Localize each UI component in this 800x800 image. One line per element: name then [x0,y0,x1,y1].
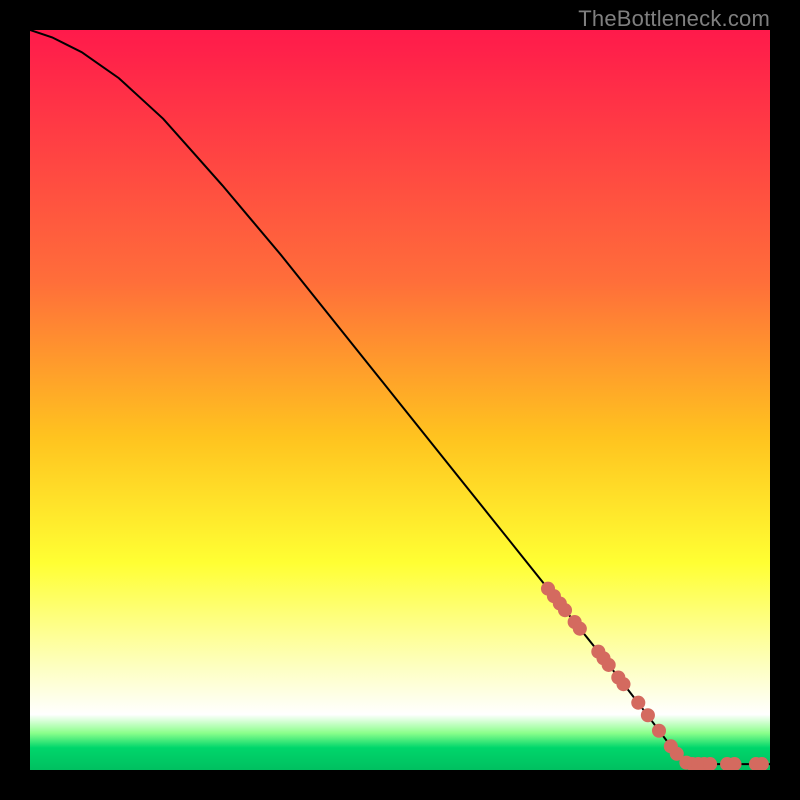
data-marker [616,677,630,691]
data-marker [558,603,572,617]
chart-svg [30,30,770,770]
gradient-background [30,30,770,770]
watermark-text: TheBottleneck.com [578,6,770,32]
data-marker [641,708,655,722]
data-marker [602,658,616,672]
chart-frame: TheBottleneck.com [0,0,800,800]
plot-area [30,30,770,770]
data-marker [652,724,666,738]
data-marker [573,622,587,636]
data-marker [631,696,645,710]
